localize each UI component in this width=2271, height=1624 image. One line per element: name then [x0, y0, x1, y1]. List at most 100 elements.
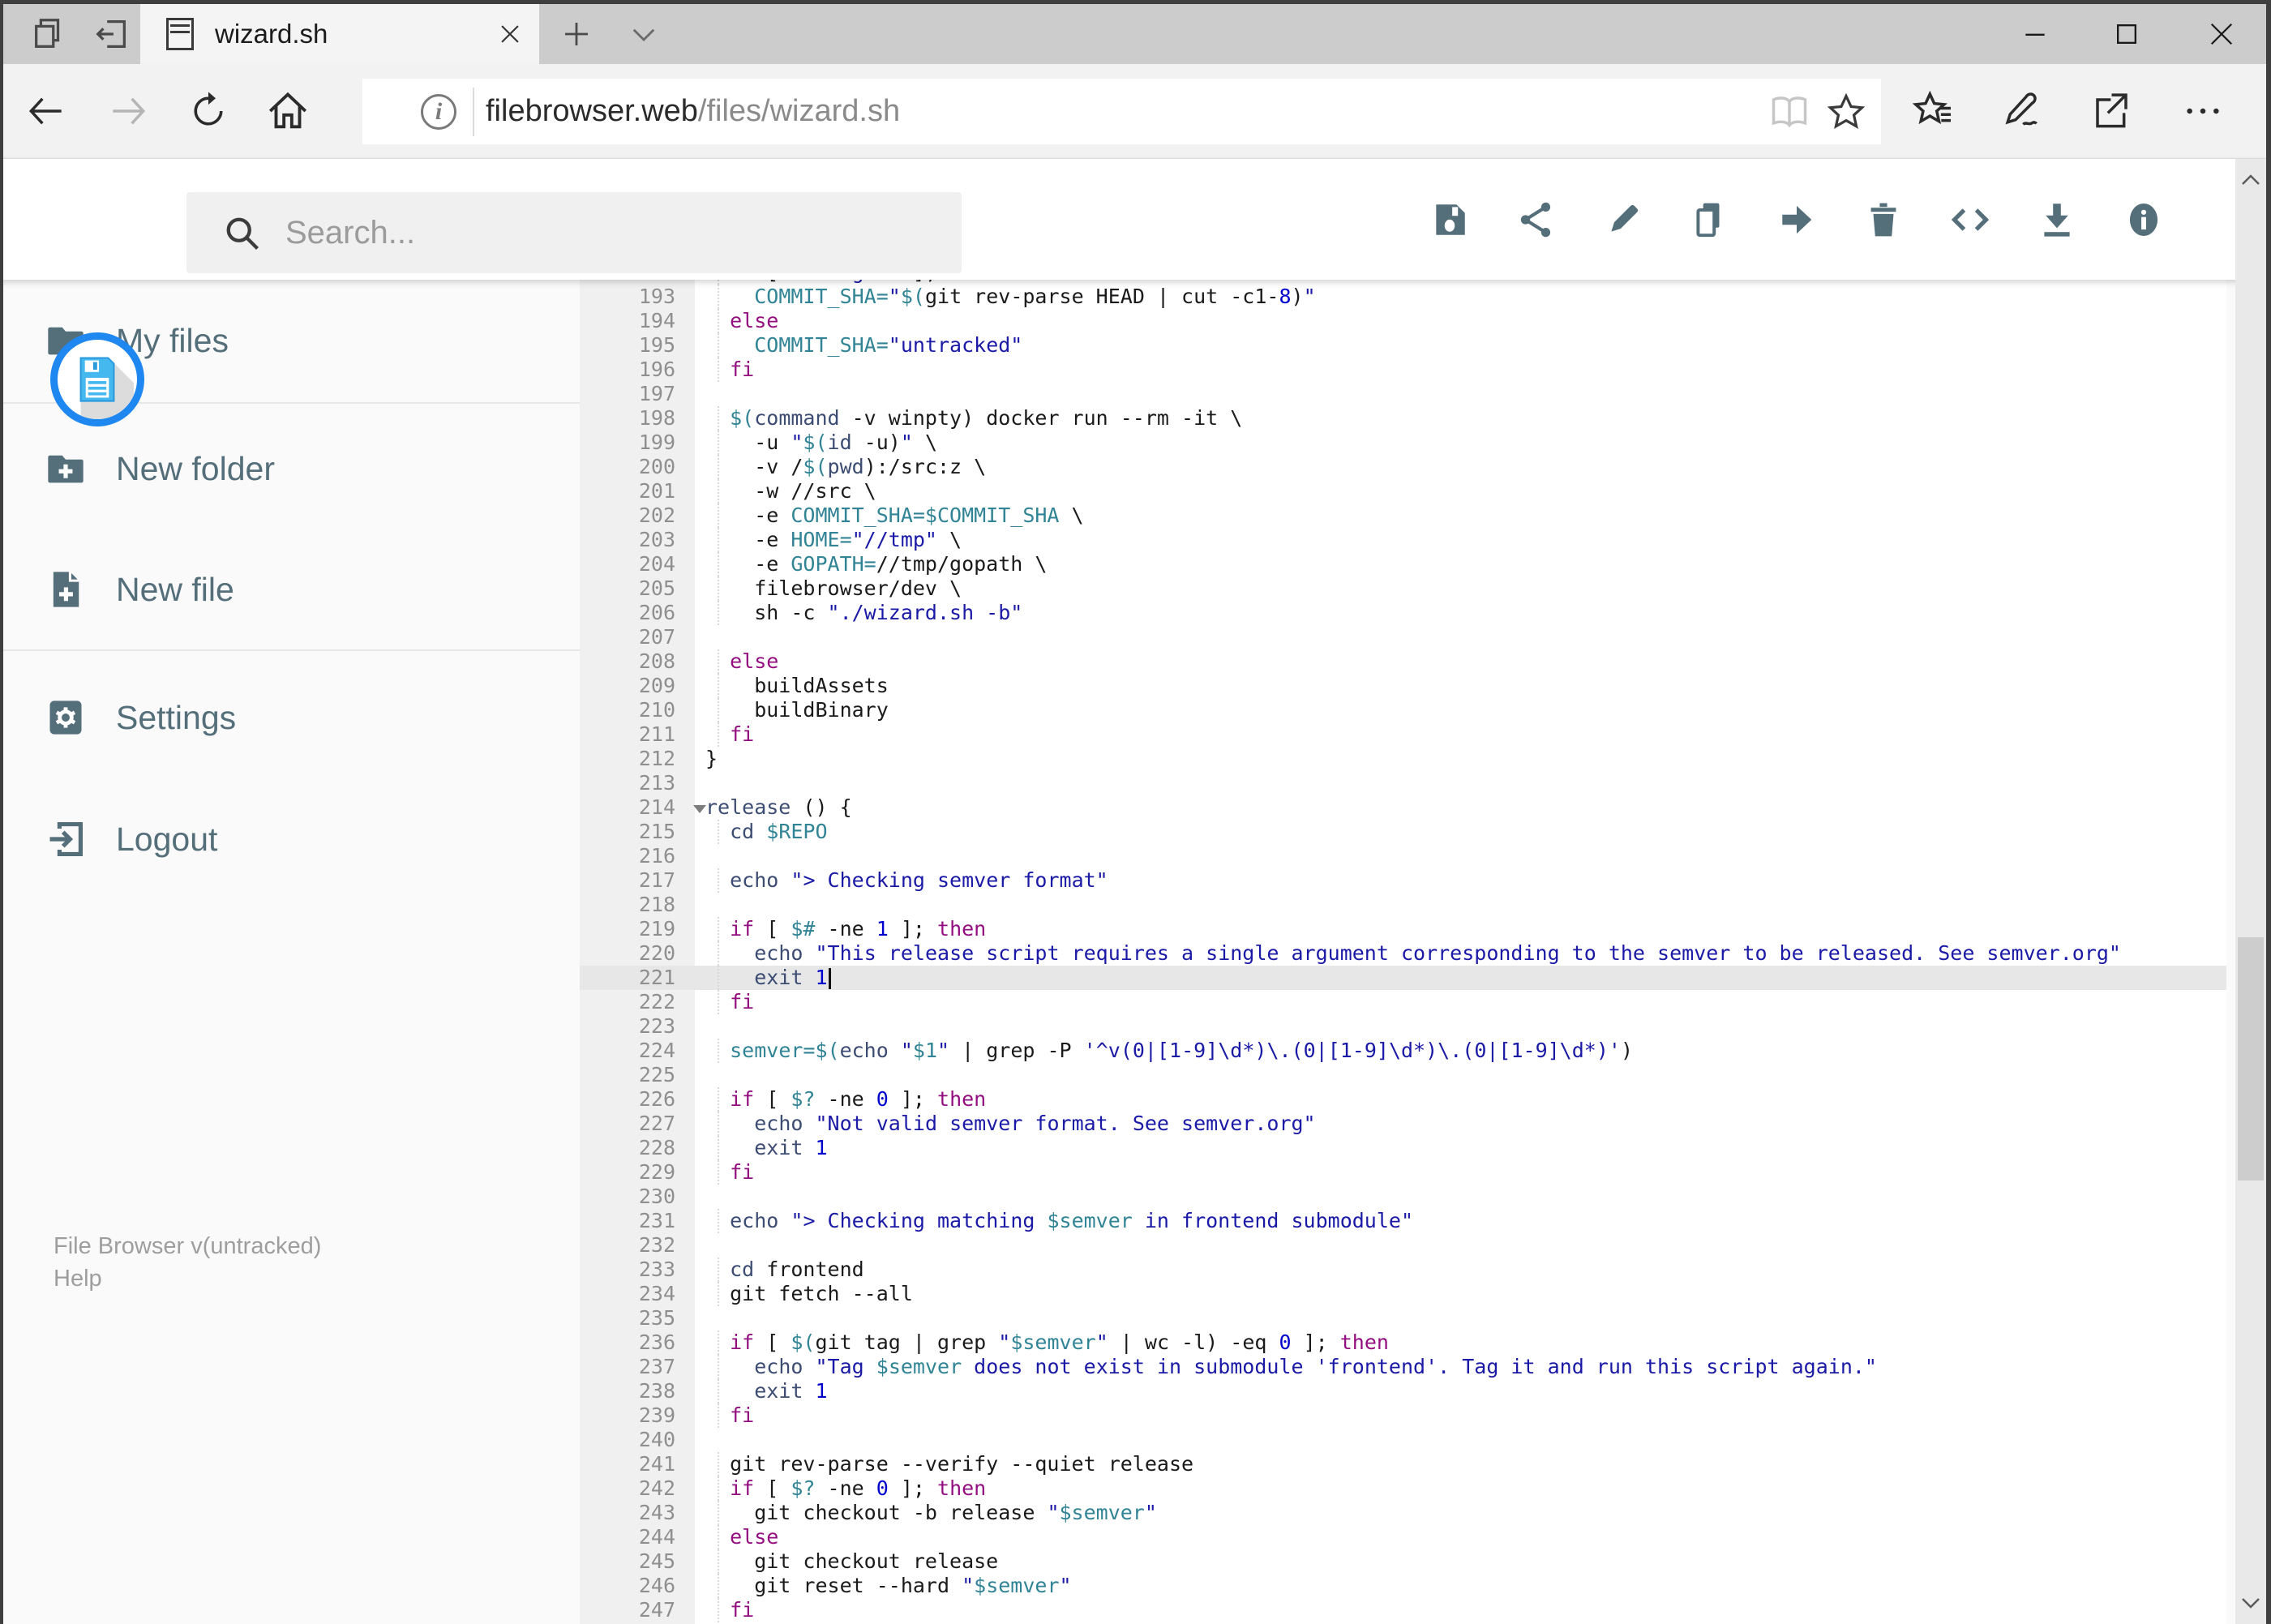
address-field[interactable]: i filebrowser.web/files/wizard.sh: [362, 79, 1881, 144]
code-line[interactable]: exit 1: [705, 966, 2226, 990]
sidebar-item-new-file[interactable]: New file: [3, 549, 580, 630]
code-line[interactable]: [705, 1306, 2226, 1330]
code-line[interactable]: [705, 1014, 2226, 1039]
tab-preview-button[interactable]: [18, 4, 79, 64]
code-line[interactable]: echo "This release script requires a sin…: [705, 941, 2226, 966]
back-button[interactable]: [10, 75, 83, 148]
code-line[interactable]: fi: [705, 1403, 2226, 1428]
code-line[interactable]: [705, 1185, 2226, 1209]
url-text[interactable]: filebrowser.web/files/wizard.sh: [486, 94, 1761, 129]
code-line[interactable]: git reset --hard "$semver": [705, 1574, 2226, 1598]
code-line[interactable]: if [ $? -ne 0 ]; then: [705, 1087, 2226, 1112]
code-line[interactable]: filebrowser/dev \: [705, 576, 2226, 601]
code-line[interactable]: git rev-parse --verify --quiet release: [705, 1452, 2226, 1476]
code-button[interactable]: [1926, 175, 2013, 264]
code-line[interactable]: buildBinary: [705, 698, 2226, 722]
code-line[interactable]: [705, 1063, 2226, 1087]
code-line[interactable]: cd frontend: [705, 1258, 2226, 1282]
refresh-button[interactable]: [172, 75, 245, 148]
code-line[interactable]: if [ $? -ne 0 ]; then: [705, 1476, 2226, 1501]
search-input[interactable]: [285, 214, 962, 251]
code-line[interactable]: if [ $# -ne 1 ]; then: [705, 917, 2226, 941]
browser-tab[interactable]: wizard.sh: [140, 4, 539, 64]
sidebar-item-new-folder[interactable]: New folder: [3, 428, 580, 509]
annotate-button[interactable]: [1985, 75, 2058, 148]
fold-arrow-icon[interactable]: [693, 805, 706, 813]
move-button[interactable]: [1753, 175, 1840, 264]
scroll-up-button[interactable]: [2235, 162, 2266, 198]
copy-button[interactable]: [1666, 175, 1753, 264]
code-line[interactable]: $(command -v winpty) docker run --rm -it…: [705, 406, 2226, 431]
favorite-button[interactable]: [1818, 84, 1875, 140]
code-line[interactable]: [705, 382, 2226, 406]
home-button[interactable]: [251, 75, 324, 148]
code-line[interactable]: fi: [705, 990, 2226, 1014]
search-bar[interactable]: [186, 192, 962, 273]
maximize-button[interactable]: [2085, 4, 2169, 64]
code-line[interactable]: sh -c "./wizard.sh -b": [705, 601, 2226, 625]
delete-button[interactable]: [1840, 175, 1926, 264]
code-line[interactable]: echo "Not valid semver format. See semve…: [705, 1112, 2226, 1136]
share-page-button[interactable]: [2072, 75, 2145, 148]
code-line[interactable]: echo "Tag $semver does not exist in subm…: [705, 1355, 2226, 1379]
code-line[interactable]: else: [705, 309, 2226, 333]
code-line[interactable]: fi: [705, 358, 2226, 382]
code-line[interactable]: exit 1: [705, 1379, 2226, 1403]
scrollbar-thumb[interactable]: [2238, 937, 2264, 1181]
code-line[interactable]: semver=$(echo "$1" | grep -P '^v(0|[1-9]…: [705, 1039, 2226, 1063]
code-line[interactable]: if [ $(git tag | grep "$semver" | wc -l)…: [705, 1330, 2226, 1355]
code-line[interactable]: -v /$(pwd):/src:z \: [705, 455, 2226, 479]
code-line[interactable]: git checkout release: [705, 1549, 2226, 1574]
code-line[interactable]: git checkout -b release "$semver": [705, 1501, 2226, 1525]
code-line[interactable]: cd $REPO: [705, 820, 2226, 844]
save-button[interactable]: [1406, 175, 1493, 264]
info-button[interactable]: [2100, 175, 2187, 264]
code-line[interactable]: git fetch --all: [705, 1282, 2226, 1306]
code-editor[interactable]: 1921931941951961971981992002012022032042…: [580, 280, 2226, 1624]
code-line[interactable]: exit 1: [705, 1136, 2226, 1160]
code-line[interactable]: COMMIT_SHA="untracked": [705, 333, 2226, 358]
new-tab-button[interactable]: [546, 4, 607, 64]
code-line[interactable]: echo "> Checking matching $semver in fro…: [705, 1209, 2226, 1233]
scroll-down-button[interactable]: [2235, 1585, 2266, 1621]
code-line[interactable]: [705, 1233, 2226, 1258]
code-line[interactable]: [705, 625, 2226, 649]
code-line[interactable]: echo "> Checking semver format": [705, 868, 2226, 893]
code-line[interactable]: [705, 844, 2226, 868]
favorites-hub-button[interactable]: [1897, 75, 1970, 148]
code-line[interactable]: release () {: [705, 795, 2226, 820]
code-line[interactable]: [705, 1428, 2226, 1452]
code-content[interactable]: if [ -d ".git" ]; then COMMIT_SHA="$(git…: [705, 280, 2226, 1622]
code-line[interactable]: -e HOME="//tmp" \: [705, 528, 2226, 552]
help-link[interactable]: Help: [54, 1262, 321, 1295]
code-line[interactable]: fi: [705, 1598, 2226, 1622]
more-menu-button[interactable]: [2166, 75, 2239, 148]
forward-button[interactable]: [92, 75, 165, 148]
reading-view-button[interactable]: [1761, 84, 1818, 140]
code-line[interactable]: -u "$(id -u)" \: [705, 431, 2226, 455]
code-line[interactable]: -e GOPATH=//tmp/gopath \: [705, 552, 2226, 576]
tab-dropdown-button[interactable]: [613, 4, 675, 64]
download-button[interactable]: [2013, 175, 2100, 264]
site-info-icon[interactable]: i: [421, 93, 456, 130]
code-line[interactable]: -e COMMIT_SHA=$COMMIT_SHA \: [705, 503, 2226, 528]
window-close-button[interactable]: [2179, 4, 2264, 64]
code-line[interactable]: else: [705, 649, 2226, 674]
code-line[interactable]: COMMIT_SHA="$(git rev-parse HEAD | cut -…: [705, 285, 2226, 309]
tab-close-icon[interactable]: [487, 11, 533, 57]
code-line[interactable]: fi: [705, 1160, 2226, 1185]
share-button[interactable]: [1493, 175, 1579, 264]
minimize-button[interactable]: [1993, 4, 2077, 64]
code-line[interactable]: [705, 771, 2226, 795]
set-tabs-aside-button[interactable]: [81, 4, 143, 64]
code-line[interactable]: [705, 893, 2226, 917]
code-line[interactable]: fi: [705, 722, 2226, 747]
sidebar-item-logout[interactable]: Logout: [3, 799, 580, 880]
code-line[interactable]: -w //src \: [705, 479, 2226, 503]
sidebar-item-settings[interactable]: Settings: [3, 677, 580, 758]
code-line[interactable]: buildAssets: [705, 674, 2226, 698]
code-line[interactable]: else: [705, 1525, 2226, 1549]
page-scrollbar[interactable]: [2235, 159, 2266, 1624]
code-line[interactable]: }: [705, 747, 2226, 771]
rename-button[interactable]: [1579, 175, 1666, 264]
